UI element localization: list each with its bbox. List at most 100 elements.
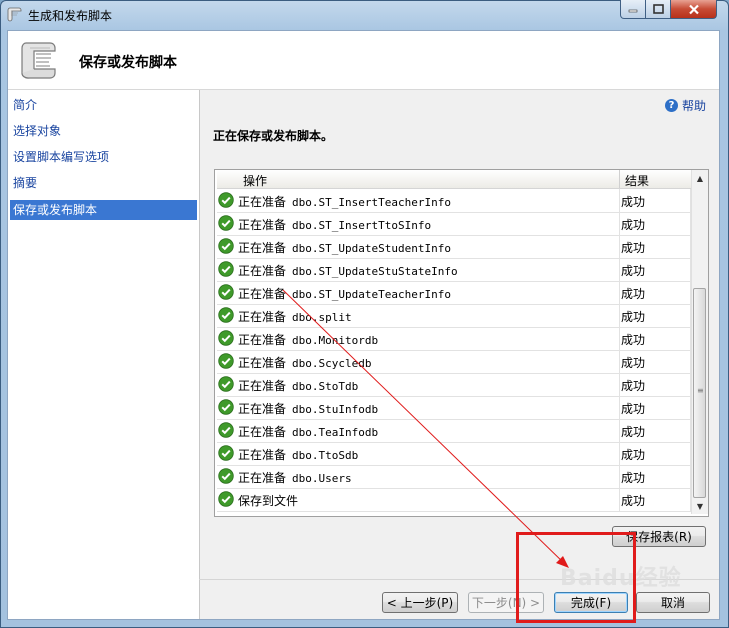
nav-item-choose-objects[interactable]: 选择对象 [10,121,197,141]
scroll-icon [21,42,56,79]
table-row[interactable]: 正在准备 dbo.ST_UpdateStuStateInfo 成功 [217,258,691,282]
cancel-button[interactable]: 取消 [636,592,710,613]
table-row[interactable]: 保存到文件 成功 [217,488,691,512]
check-icon [218,445,234,461]
watermark: Baidu经验 [560,566,682,591]
result-cell: 成功 [621,333,646,347]
object-name: dbo.ST_UpdateStuStateInfo [292,265,458,278]
object-name: dbo.Users [292,472,352,485]
check-icon [218,399,234,415]
table-row[interactable]: 正在准备 dbo.Users 成功 [217,465,691,489]
check-icon [218,353,234,369]
cell-divider [619,212,620,235]
check-icon [218,376,234,392]
operation-cell: 正在准备 dbo.ST_InsertTtoSInfo [238,216,431,233]
operation-cell: 正在准备 dbo.TeaInfodb [238,423,378,440]
cell-divider [619,442,620,465]
cell-divider [619,465,620,488]
column-header-result[interactable]: 结果 [625,172,649,189]
wizard-nav: 简介 选择对象 设置脚本编写选项 摘要 保存或发布脚本 [8,90,200,619]
table-row[interactable]: 正在准备 dbo.TtoSdb 成功 [217,442,691,466]
wizard-header: 保存或发布脚本 [8,31,719,90]
object-name: dbo.ST_UpdateStudentInfo [292,242,451,255]
cell-divider [619,304,620,327]
help-icon: ? [665,99,678,112]
check-icon [218,238,234,254]
operation-cell: 正在准备 dbo.Scycledb [238,354,372,371]
grip-icon: ≡ [697,386,704,395]
grid-header: 操作 结果 [217,170,691,189]
result-cell: 成功 [621,402,646,416]
operation-cell: 正在准备 dbo.ST_UpdateTeacherInfo [238,285,451,302]
operation-text: 正在准备 [238,379,287,393]
check-icon [218,284,234,300]
scroll-thumb[interactable]: ≡ [693,288,706,498]
operation-text: 正在准备 [238,218,287,232]
table-row[interactable]: 正在准备 dbo.ST_UpdateStudentInfo 成功 [217,235,691,259]
operation-text: 正在准备 [238,356,287,370]
minimize-button[interactable] [620,0,646,19]
check-icon [218,307,234,323]
back-button[interactable]: < 上一步(P) [382,592,458,613]
column-header-operation[interactable]: 操作 [243,172,267,189]
object-name: dbo.ST_UpdateTeacherInfo [292,288,451,301]
check-icon [218,491,234,507]
cell-divider [619,396,620,419]
help-link[interactable]: ? 帮助 [665,97,706,114]
operation-text: 正在准备 [238,264,287,278]
cell-divider [619,373,620,396]
check-icon [218,468,234,484]
scroll-icon [7,7,22,22]
operation-cell: 正在准备 dbo.ST_UpdateStudentInfo [238,239,451,256]
check-icon [218,261,234,277]
nav-item-save-publish[interactable]: 保存或发布脚本 [10,200,197,220]
window-title: 生成和发布脚本 [28,9,113,23]
check-icon [218,192,234,208]
scroll-down-arrow-icon[interactable]: ▼ [692,498,708,514]
operation-text: 保存到文件 [238,494,299,508]
object-name: dbo.TeaInfodb [292,426,379,439]
result-cell: 成功 [621,310,646,324]
result-cell: 成功 [621,494,646,508]
close-icon [688,4,699,14]
help-label: 帮助 [682,99,707,113]
operation-cell: 正在准备 dbo.StuInfodb [238,400,378,417]
table-row[interactable]: 正在准备 dbo.ST_InsertTtoSInfo 成功 [217,212,691,236]
operation-text: 正在准备 [238,471,287,485]
check-icon [218,422,234,438]
operation-text: 正在准备 [238,448,287,462]
maximize-button[interactable] [645,0,671,19]
object-name: dbo.ST_InsertTeacherInfo [292,196,451,209]
operation-cell: 保存到文件 [238,492,304,509]
result-cell: 成功 [621,471,646,485]
table-row[interactable]: 正在准备 dbo.TeaInfodb 成功 [217,419,691,443]
object-name: dbo.StoTdb [292,380,359,393]
object-name: dbo.split [292,311,352,324]
table-row[interactable]: 正在准备 dbo.Monitordb 成功 [217,327,691,351]
minimize-icon [628,9,638,13]
nav-item-script-options[interactable]: 设置脚本编写选项 [10,147,197,167]
close-button[interactable] [670,0,717,19]
column-divider[interactable] [619,170,620,188]
table-row[interactable]: 正在准备 dbo.split 成功 [217,304,691,328]
nav-item-intro[interactable]: 简介 [10,95,197,115]
scroll-up-arrow-icon[interactable]: ▲ [692,170,708,186]
table-row[interactable]: 正在准备 dbo.ST_InsertTeacherInfo 成功 [217,189,691,213]
operation-text: 正在准备 [238,241,287,255]
check-icon [218,215,234,231]
page-title: 保存或发布脚本 [79,55,177,71]
table-row[interactable]: 正在准备 dbo.StuInfodb 成功 [217,396,691,420]
vertical-scrollbar[interactable]: ▲ ≡ ▼ [691,170,708,514]
result-cell: 成功 [621,356,646,370]
result-cell: 成功 [621,218,646,232]
nav-item-summary[interactable]: 摘要 [10,173,197,193]
results-grid[interactable]: 操作 结果 正在准备 dbo.ST_InsertTeacherInfo 成功 正在准备… [214,169,709,517]
table-row[interactable]: 正在准备 dbo.ST_UpdateTeacherInfo 成功 [217,281,691,305]
table-row[interactable]: 正在准备 dbo.StoTdb 成功 [217,373,691,397]
maximize-icon [652,4,664,14]
operation-text: 正在准备 [238,310,287,324]
object-name: dbo.Monitordb [292,334,379,347]
table-row[interactable]: 正在准备 dbo.Scycledb 成功 [217,350,691,374]
operation-cell: 正在准备 dbo.Users [238,469,352,486]
operation-cell: 正在准备 dbo.ST_UpdateStuStateInfo [238,262,458,279]
